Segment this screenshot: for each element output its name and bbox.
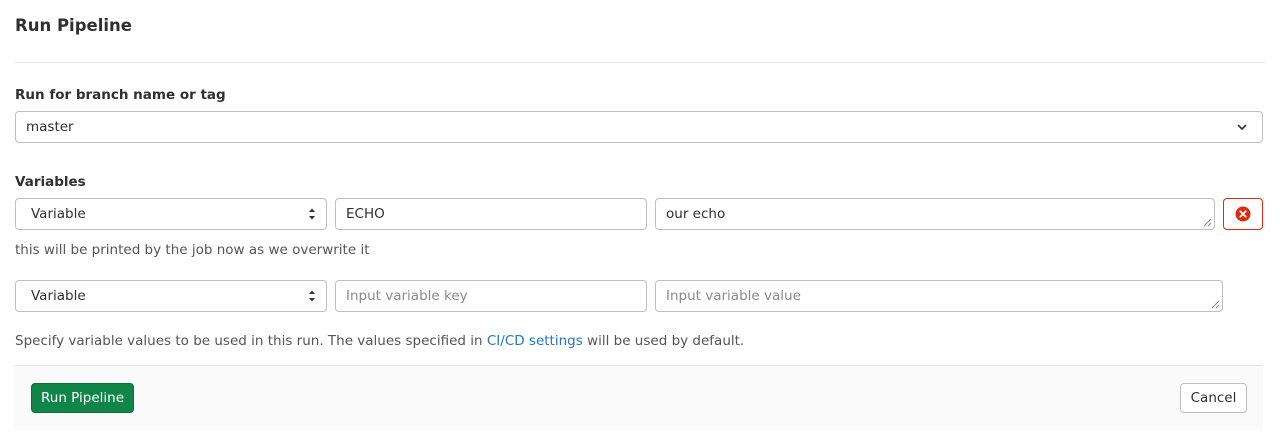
- variable-type-value: Variable: [31, 288, 86, 304]
- resize-handle-icon[interactable]: [1211, 300, 1220, 309]
- variable-key-value: ECHO: [346, 206, 385, 222]
- branch-dropdown[interactable]: master: [15, 111, 1263, 143]
- select-arrows-icon: [309, 290, 315, 302]
- header-divider: [15, 62, 1265, 63]
- chevron-down-icon: [1237, 124, 1247, 130]
- cancel-button[interactable]: Cancel: [1180, 383, 1247, 413]
- page-title: Run Pipeline: [15, 16, 132, 35]
- run-pipeline-button[interactable]: Run Pipeline: [31, 383, 134, 413]
- variables-label: Variables: [15, 174, 86, 190]
- help-text-prefix: Specify variable values to be used in th…: [15, 333, 487, 349]
- variable-key-input-2[interactable]: Input variable key: [335, 280, 647, 312]
- variable-value-placeholder: Input variable value: [666, 288, 801, 304]
- variable-type-select-2[interactable]: Variable: [15, 280, 327, 312]
- remove-variable-button[interactable]: [1223, 198, 1263, 230]
- variable-type-value: Variable: [31, 206, 86, 222]
- variable-key-placeholder: Input variable key: [346, 288, 468, 304]
- select-arrows-icon: [309, 208, 315, 220]
- variable-key-input-1[interactable]: ECHO: [335, 198, 647, 230]
- branch-dropdown-value: master: [26, 119, 74, 135]
- cicd-settings-link[interactable]: CI/CD settings: [487, 333, 583, 349]
- branch-label: Run for branch name or tag: [15, 87, 226, 103]
- variable-value-input-2[interactable]: Input variable value: [655, 280, 1223, 312]
- remove-circle-icon: [1235, 206, 1251, 222]
- variable-description: this will be printed by the job now as w…: [15, 242, 370, 258]
- variable-type-select-1[interactable]: Variable: [15, 198, 327, 230]
- variable-value-input-1[interactable]: our echo: [655, 198, 1215, 230]
- form-actions: [15, 365, 1263, 430]
- help-text-suffix: will be used by default.: [582, 333, 745, 349]
- variables-help-text: Specify variable values to be used in th…: [15, 333, 744, 349]
- variable-value-text: our echo: [666, 206, 726, 222]
- resize-handle-icon[interactable]: [1203, 218, 1212, 227]
